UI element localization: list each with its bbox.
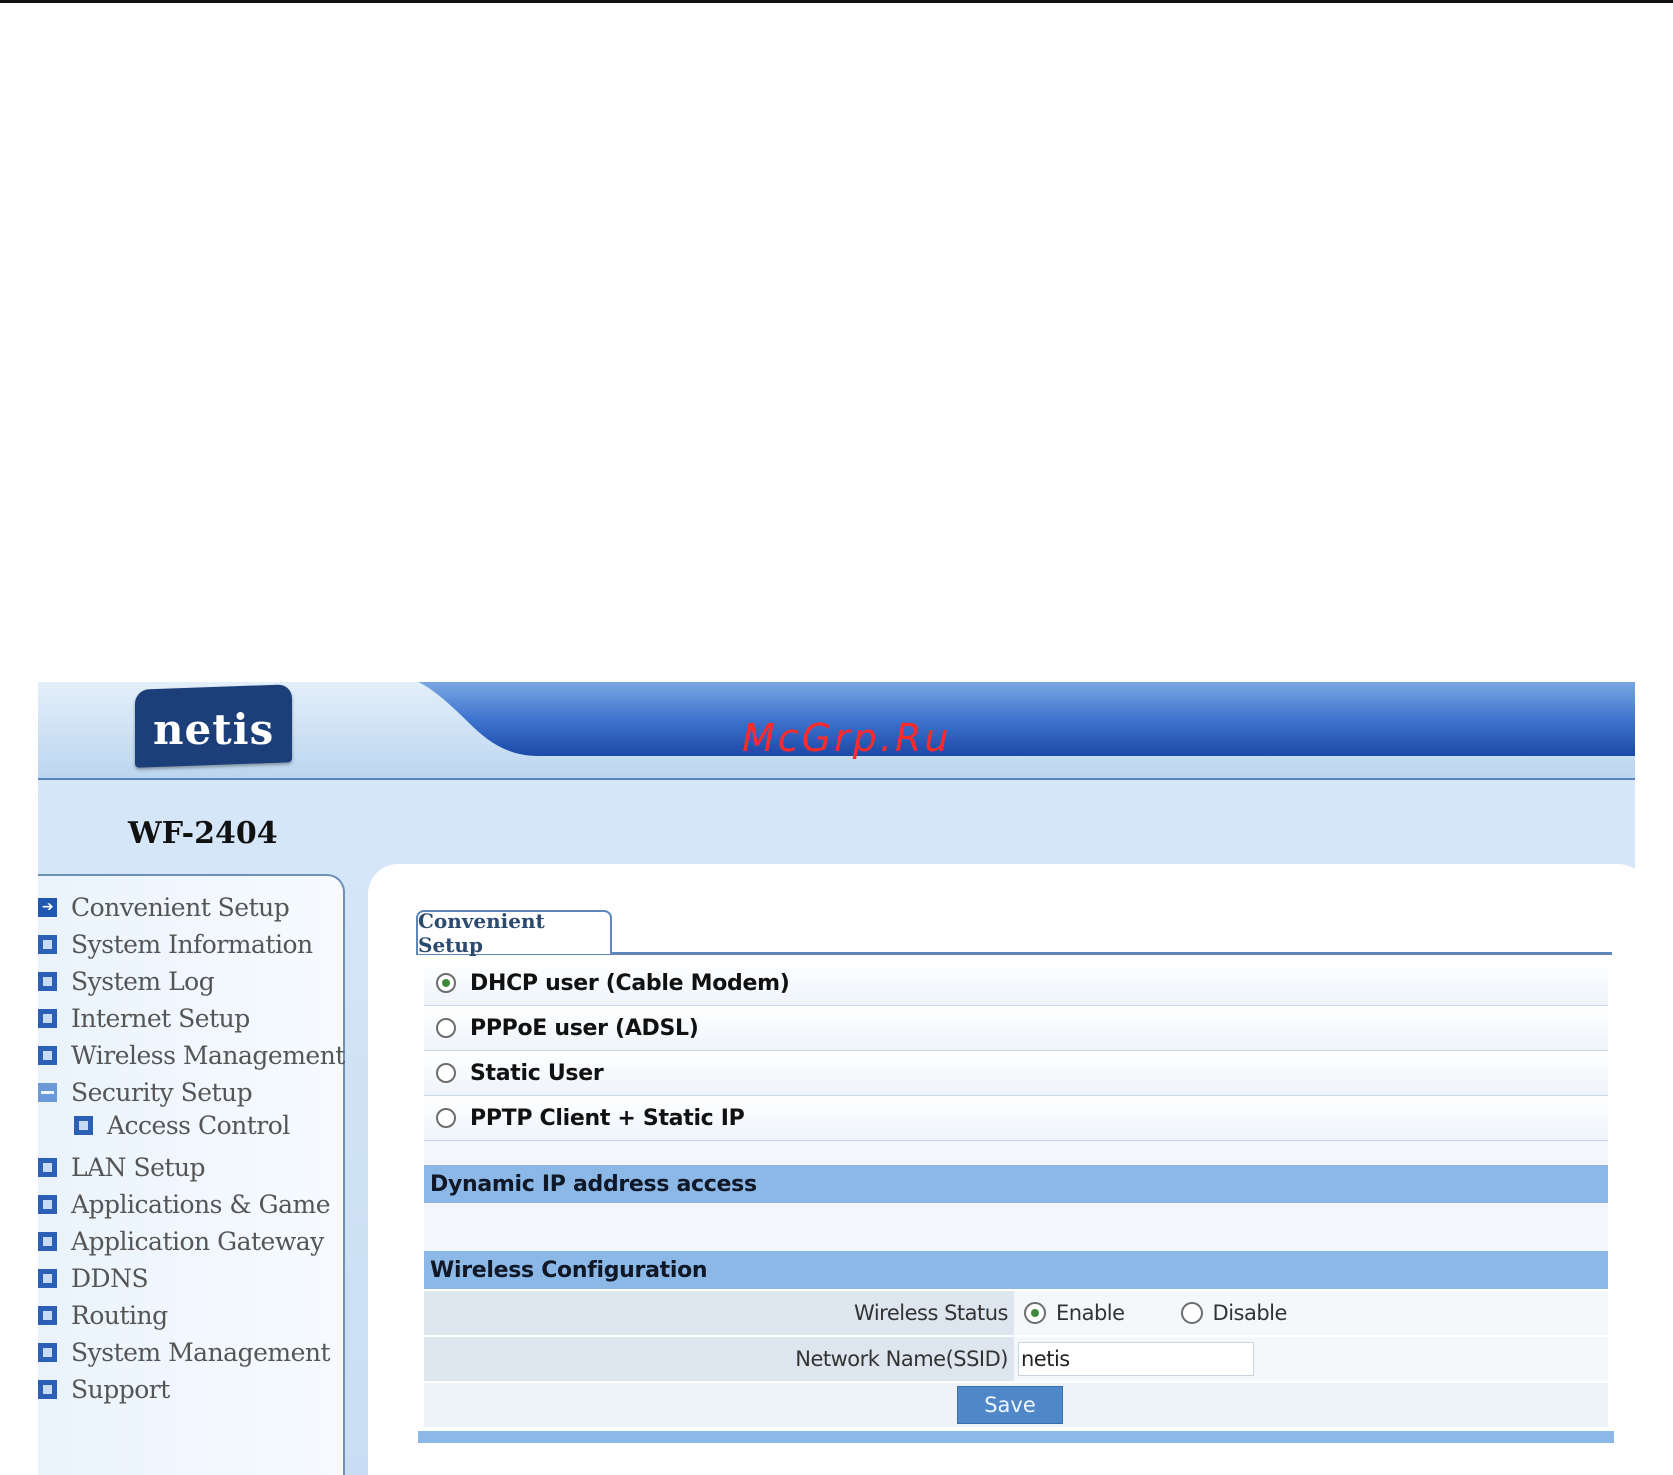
- section-wireless-configuration: Wireless Configuration: [424, 1251, 1608, 1289]
- radio-pptp[interactable]: [436, 1108, 456, 1128]
- square-icon: [38, 1379, 57, 1399]
- sidebar-item-lan-setup[interactable]: LAN Setup: [38, 1150, 206, 1184]
- sidebar-item-label: Internet Setup: [71, 1003, 250, 1033]
- save-row: Save: [424, 1383, 1608, 1427]
- radio-disable[interactable]: [1180, 1302, 1203, 1324]
- square-icon: [38, 1268, 57, 1288]
- netis-logo: netis: [135, 684, 292, 768]
- ssid-value: [1014, 1337, 1608, 1381]
- radio-dhcp[interactable]: [436, 973, 456, 993]
- wireless-status-label: Wireless Status: [424, 1291, 1014, 1335]
- wireless-status-row: Wireless Status Enable Disable: [424, 1291, 1608, 1337]
- option-pptp[interactable]: PPTP Client + Static IP: [424, 1096, 1608, 1141]
- radio-enable[interactable]: [1024, 1302, 1046, 1324]
- sidebar-item-wireless-management[interactable]: Wireless Management: [38, 1038, 345, 1072]
- square-icon: [38, 1008, 57, 1028]
- option-dhcp[interactable]: DHCP user (Cable Modem): [424, 961, 1608, 1006]
- model-name: WF-2404: [128, 816, 278, 851]
- option-label: Static User: [470, 1060, 604, 1086]
- sidebar-item-label: System Information: [71, 929, 313, 959]
- sidebar-item-ddns[interactable]: DDNS: [38, 1261, 149, 1295]
- ssid-label: Network Name(SSID): [424, 1337, 1014, 1381]
- radio-static[interactable]: [436, 1063, 456, 1083]
- top-rule: [0, 0, 1673, 3]
- minus-icon: [38, 1082, 57, 1102]
- header: netis McGrp.Ru: [38, 682, 1635, 780]
- square-icon: [38, 1045, 57, 1065]
- sidebar-item-support[interactable]: Support: [38, 1372, 170, 1406]
- option-static[interactable]: Static User: [424, 1051, 1608, 1096]
- arrow-right-icon: ➔: [38, 897, 57, 917]
- disable-label: Disable: [1212, 1301, 1288, 1325]
- option-label: DHCP user (Cable Modem): [470, 970, 790, 996]
- ssid-input[interactable]: [1018, 1342, 1254, 1376]
- router-admin-window: netis McGrp.Ru WF-2404 ➔ Convenient Setu…: [38, 682, 1635, 1475]
- square-icon: [74, 1115, 93, 1135]
- option-label: PPPoE user (ADSL): [470, 1015, 699, 1041]
- option-label: PPTP Client + Static IP: [470, 1105, 745, 1131]
- sidebar-item-label: Support: [71, 1374, 170, 1404]
- watermark: McGrp.Ru: [742, 716, 952, 760]
- spacer: [424, 1203, 1608, 1251]
- ssid-row: Network Name(SSID): [424, 1337, 1608, 1383]
- radio-pppoe[interactable]: [436, 1018, 456, 1038]
- sidebar-item-label: Application Gateway: [71, 1226, 324, 1256]
- sidebar-item-label: Convenient Setup: [71, 892, 290, 922]
- square-icon: [38, 1194, 57, 1214]
- bottom-bar: [418, 1431, 1614, 1443]
- square-icon: [38, 1305, 57, 1325]
- sidebar-item-applications-game[interactable]: Applications & Game: [38, 1187, 331, 1221]
- main-panel: Convenient Setup DHCP user (Cable Modem)…: [368, 864, 1635, 1475]
- sidebar-item-routing[interactable]: Routing: [38, 1298, 168, 1332]
- enable-label: Enable: [1056, 1301, 1125, 1325]
- tab-convenient-setup[interactable]: Convenient Setup: [416, 909, 612, 957]
- sidebar-item-label: Routing: [71, 1300, 168, 1330]
- sidebar: ➔ Convenient Setup System Information Sy…: [38, 874, 345, 1475]
- square-icon: [38, 1342, 57, 1362]
- sidebar-item-access-control[interactable]: Access Control: [74, 1108, 290, 1142]
- sidebar-item-convenient-setup[interactable]: ➔ Convenient Setup: [38, 890, 290, 924]
- setup-form: DHCP user (Cable Modem) PPPoE user (ADSL…: [418, 959, 1614, 1475]
- header-wave: [418, 682, 1635, 756]
- sidebar-item-label: Applications & Game: [71, 1189, 331, 1219]
- sidebar-item-label: Wireless Management: [71, 1040, 345, 1070]
- section-dynamic-ip: Dynamic IP address access: [424, 1165, 1608, 1203]
- wireless-status-value: Enable Disable: [1014, 1291, 1608, 1335]
- spacer: [424, 1141, 1608, 1165]
- sidebar-item-label: System Log: [71, 966, 215, 996]
- logo-text: netis: [152, 704, 275, 754]
- sidebar-item-label: Access Control: [107, 1110, 290, 1140]
- sidebar-item-system-information[interactable]: System Information: [38, 927, 313, 961]
- sidebar-item-label: Security Setup: [71, 1077, 253, 1107]
- sidebar-item-security-setup[interactable]: Security Setup: [38, 1075, 253, 1109]
- sidebar-item-internet-setup[interactable]: Internet Setup: [38, 1001, 250, 1035]
- sidebar-item-application-gateway[interactable]: Application Gateway: [38, 1224, 324, 1258]
- save-button[interactable]: Save: [957, 1386, 1063, 1424]
- square-icon: [38, 1231, 57, 1251]
- sidebar-item-label: DDNS: [71, 1263, 149, 1293]
- square-icon: [38, 1157, 57, 1177]
- sidebar-item-system-management[interactable]: System Management: [38, 1335, 331, 1369]
- option-pppoe[interactable]: PPPoE user (ADSL): [424, 1006, 1608, 1051]
- square-icon: [38, 971, 57, 991]
- square-icon: [38, 934, 57, 954]
- sidebar-item-label: System Management: [71, 1337, 331, 1367]
- sidebar-item-label: LAN Setup: [71, 1152, 206, 1182]
- sidebar-item-system-log[interactable]: System Log: [38, 964, 215, 998]
